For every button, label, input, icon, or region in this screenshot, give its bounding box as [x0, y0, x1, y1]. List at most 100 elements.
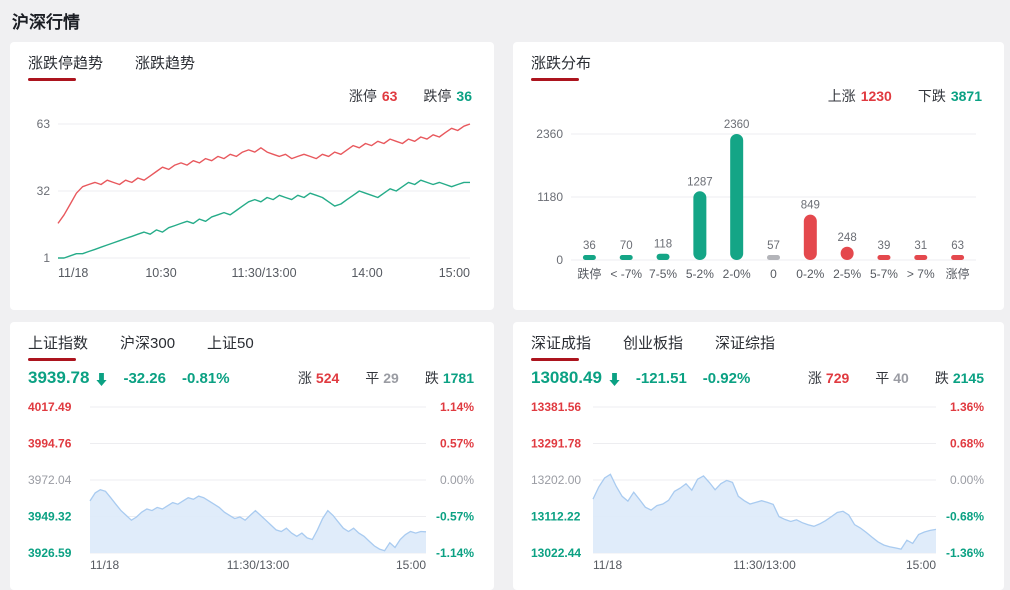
distribution-tabs: 涨跌分布 [531, 52, 986, 80]
svg-text:-1.36%: -1.36% [946, 546, 984, 560]
sz-price: 13080.49 [531, 368, 602, 387]
sz-index-chart[interactable]: 13381.56 1.36% 13291.78 0.68% 13202.00 0.00% 1… [531, 395, 986, 575]
svg-text:10:30: 10:30 [145, 266, 176, 280]
tab-limit-up-down-trend[interactable]: 涨跌停趋势 [28, 52, 103, 80]
legend-limit-up-value: 63 [381, 88, 398, 104]
tab-distribution[interactable]: 涨跌分布 [531, 52, 591, 80]
svg-text:0: 0 [556, 253, 563, 267]
svg-text:> 7%: > 7% [907, 267, 935, 281]
svg-text:248: 248 [838, 232, 857, 244]
svg-text:11:30/13:00: 11:30/13:00 [227, 558, 290, 572]
sz-index-stats: 13080.49 -121.51 -0.92% 涨 729 平 40 跌 2145 [531, 367, 986, 389]
svg-text:32: 32 [37, 184, 51, 198]
legend-decliners-value: 3871 [950, 88, 982, 104]
svg-text:57: 57 [767, 240, 780, 252]
sh-index-stats: 3939.78 -32.26 -0.81% 涨 524 平 29 跌 1781 [28, 367, 476, 389]
svg-text:4017.49: 4017.49 [28, 400, 72, 414]
legend-limit-down-value: 36 [456, 88, 472, 104]
distribution-chart[interactable]: 2360 1180 0 36 跌停 70 < -7% 118 7-5% 1287 5-2% 2360 2… [531, 110, 986, 292]
panel-distribution: 涨跌分布 上涨 1230 下跌 3871 2360 1180 0 36 跌停 70 < -7% 1… [513, 42, 1004, 310]
sz-advancers: 涨 729 [807, 370, 850, 386]
tab-sh-composite[interactable]: 上证指数 [28, 332, 88, 360]
panel-grid: 涨跌停趋势 涨跌趋势 涨停 63 跌停 36 63 32 1 11/18 10:30 11:3… [0, 42, 1010, 590]
tab-chinext[interactable]: 创业板指 [623, 332, 683, 360]
svg-text:1.14%: 1.14% [440, 400, 474, 414]
svg-text:2-5%: 2-5% [833, 267, 861, 281]
svg-text:2360: 2360 [536, 127, 563, 141]
sh-change: -32.26 [123, 369, 166, 387]
svg-text:涨停: 涨停 [946, 266, 970, 281]
svg-text:13291.78: 13291.78 [531, 437, 581, 451]
svg-text:3949.32: 3949.32 [28, 510, 72, 524]
svg-text:0.00%: 0.00% [440, 473, 474, 487]
tab-sse50[interactable]: 上证50 [207, 332, 254, 360]
limit-trend-tabs: 涨跌停趋势 涨跌趋势 [28, 52, 476, 80]
svg-text:0.68%: 0.68% [950, 437, 984, 451]
svg-text:11:30/13:00: 11:30/13:00 [733, 558, 796, 572]
svg-text:< -7%: < -7% [610, 267, 642, 281]
legend-limit-down-label: 跌停 [423, 88, 452, 104]
sh-change-pct: -0.81% [182, 369, 230, 387]
distribution-legend: 上涨 1230 下跌 3871 [531, 86, 986, 106]
tab-sz-composite[interactable]: 深证综指 [715, 332, 775, 360]
svg-text:1: 1 [43, 251, 50, 265]
svg-text:36: 36 [583, 240, 596, 252]
svg-text:63: 63 [37, 117, 51, 131]
legend-decliners[interactable]: 下跌 3871 [918, 86, 982, 106]
sz-unchanged: 平 40 [875, 370, 909, 386]
svg-text:1287: 1287 [687, 176, 713, 188]
svg-text:15:00: 15:00 [439, 266, 470, 280]
svg-text:11:30/13:00: 11:30/13:00 [231, 266, 296, 280]
sh-index-chart[interactable]: 4017.49 1.14% 3994.76 0.57% 3972.04 0.00% 3949… [28, 395, 476, 575]
svg-text:2360: 2360 [724, 119, 750, 131]
panel-sh-index: 上证指数 沪深300 上证50 3939.78 -32.26 -0.81% 涨5… [10, 322, 494, 590]
panel-sz-index: 深证成指 创业板指 深证综指 13080.49 -121.51 -0.92% 涨… [513, 322, 1004, 590]
svg-text:0.57%: 0.57% [440, 437, 474, 451]
svg-text:11/18: 11/18 [58, 266, 88, 280]
sz-decliners: 跌 2145 [934, 370, 984, 386]
tab-csi300[interactable]: 沪深300 [120, 332, 175, 360]
limit-trend-legend: 涨停 63 跌停 36 [28, 86, 476, 106]
down-arrow-icon [96, 372, 108, 386]
svg-text:14:00: 14:00 [351, 266, 382, 280]
sh-decliners: 跌 1781 [424, 370, 474, 386]
legend-limit-down[interactable]: 跌停 36 [423, 86, 472, 106]
legend-advancers-label: 上涨 [827, 88, 856, 104]
legend-advancers-value: 1230 [860, 88, 892, 104]
sh-advancers: 涨 524 [297, 370, 340, 386]
svg-text:31: 31 [914, 240, 927, 252]
legend-decliners-label: 下跌 [917, 88, 946, 104]
svg-text:13112.22: 13112.22 [531, 510, 581, 524]
svg-text:2-0%: 2-0% [723, 267, 751, 281]
sz-index-tabs: 深证成指 创业板指 深证综指 [531, 332, 986, 360]
sz-change-pct: -0.92% [702, 369, 751, 387]
svg-text:-1.14%: -1.14% [436, 546, 474, 560]
sh-unchanged: 平 29 [365, 370, 399, 386]
svg-text:11/18: 11/18 [90, 558, 119, 572]
svg-text:13202.00: 13202.00 [531, 473, 581, 487]
svg-text:1180: 1180 [537, 190, 563, 204]
down-arrow-icon [609, 372, 620, 386]
tab-sz-component[interactable]: 深证成指 [531, 332, 591, 360]
svg-text:849: 849 [801, 200, 820, 212]
tab-up-down-trend[interactable]: 涨跌趋势 [135, 52, 195, 80]
svg-text:0.00%: 0.00% [950, 473, 984, 487]
svg-text:0: 0 [770, 267, 777, 281]
svg-text:11/18: 11/18 [593, 558, 622, 572]
sh-price: 3939.78 [28, 368, 90, 387]
svg-text:3972.04: 3972.04 [28, 473, 72, 487]
svg-text:3994.76: 3994.76 [28, 437, 72, 451]
svg-text:0-2%: 0-2% [796, 267, 824, 281]
legend-limit-up[interactable]: 涨停 63 [349, 86, 398, 106]
svg-text:118: 118 [654, 239, 672, 251]
sz-change: -121.51 [635, 369, 687, 387]
limit-trend-chart[interactable]: 63 32 1 11/18 10:30 11:30/13:00 14:00 15:00 [28, 110, 476, 286]
legend-advancers[interactable]: 上涨 1230 [828, 86, 892, 106]
page-title: 沪深行情 [12, 13, 80, 32]
svg-text:-0.68%: -0.68% [946, 510, 984, 524]
svg-text:1.36%: 1.36% [950, 400, 984, 414]
svg-text:-0.57%: -0.57% [436, 510, 474, 524]
svg-text:13381.56: 13381.56 [531, 400, 581, 414]
svg-text:7-5%: 7-5% [649, 267, 677, 281]
svg-text:39: 39 [878, 240, 891, 252]
